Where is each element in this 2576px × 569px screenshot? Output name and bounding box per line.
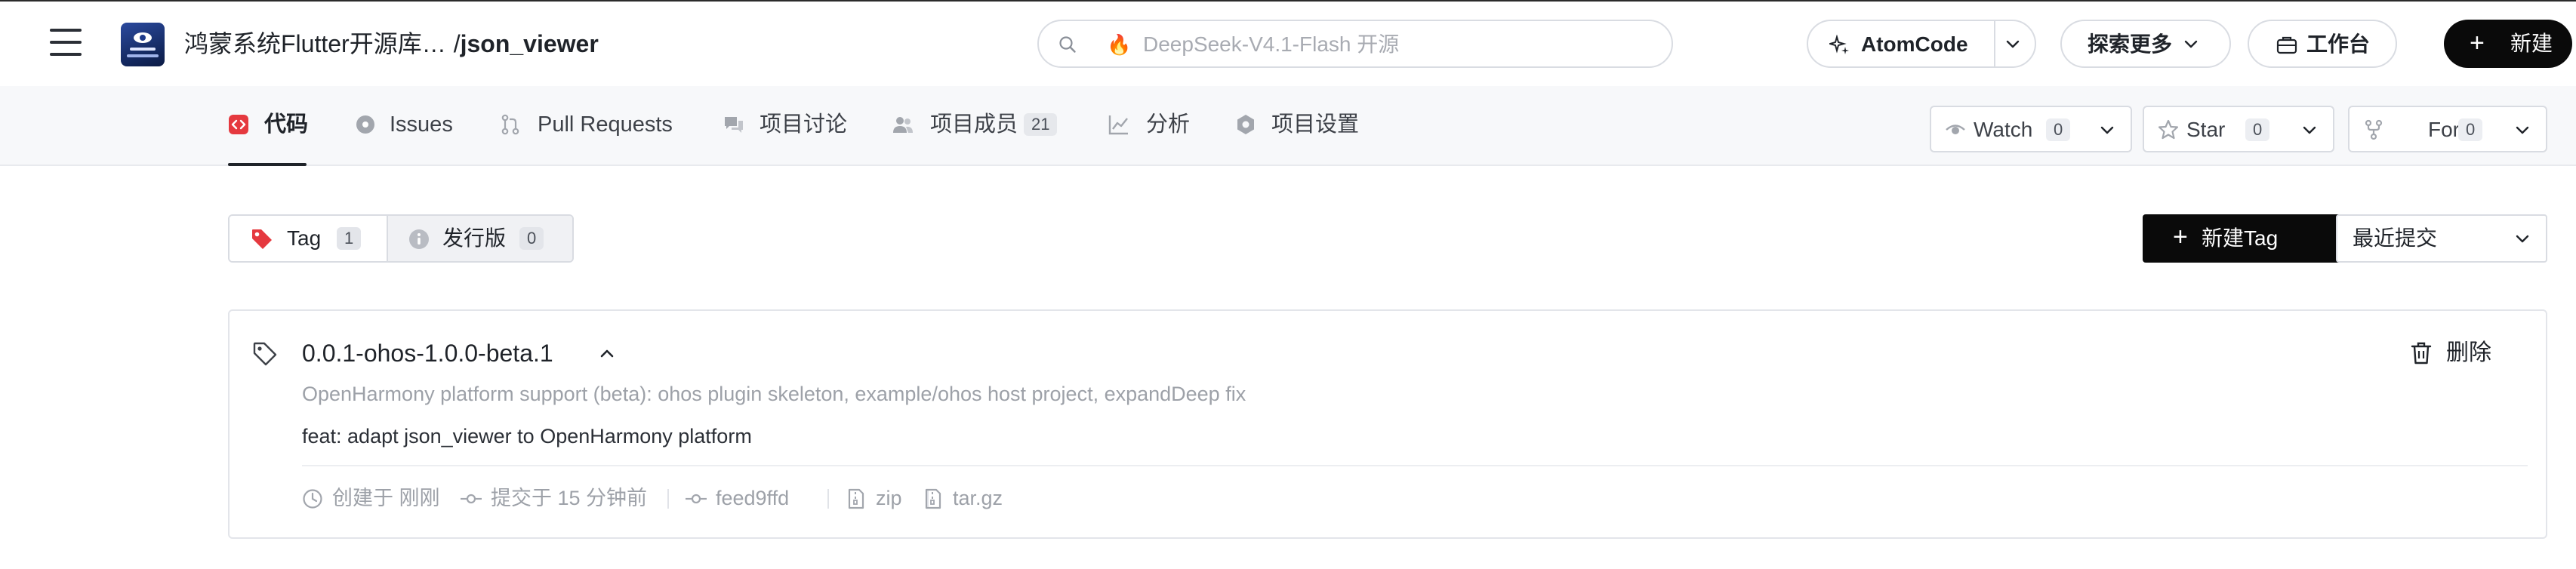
trash-icon [2411,342,2432,364]
chevron-down-icon [2100,126,2114,134]
menu-icon[interactable] [50,29,82,56]
tag-release-switch: Tag 1 发行版 0 [228,214,574,263]
discussion-icon [725,117,743,133]
commit-icon [686,494,707,504]
watch-count: 0 [2046,118,2071,141]
repo-avatar[interactable] [121,23,165,66]
zip-file-icon [848,488,864,509]
tab-settings[interactable]: 项目设置 [1235,86,1360,165]
release-toggle-label: 发行版 [442,226,507,250]
tab-discussions[interactable]: 项目讨论 [723,86,849,165]
chevron-down-icon [2516,235,2529,243]
breadcrumb-separator: / [453,30,461,57]
new-tag-label: 新建Tag [2202,226,2279,250]
repo-breadcrumb: 鸿蒙系统Flutter开源库… /json_viewer [184,29,599,59]
sparkle-icon [1829,35,1849,54]
tab-pull-requests-label: Pull Requests [538,112,673,137]
delete-label: 删除 [2446,340,2491,365]
sort-select[interactable]: 最近提交 [2336,214,2547,263]
search-input[interactable]: 🔥 DeepSeek-V4.1-Flash 开源 [1037,20,1673,68]
tag-icon [252,229,272,249]
explore-more-button[interactable]: 探索更多 [2060,20,2231,68]
tab-settings-label: 项目设置 [1271,112,1360,137]
clock-icon [303,489,322,509]
chevron-up-icon[interactable] [598,346,616,361]
chevron-down-icon [2516,126,2529,134]
archive-file-icon [925,488,941,509]
star-label: Star [2186,118,2226,141]
fire-icon: 🔥 [1107,33,1132,56]
tag-outline-icon [253,342,277,366]
tag-description: OpenHarmony platform support (beta): oho… [302,383,1246,405]
pull-request-icon [501,114,519,135]
tab-pull-requests[interactable]: Pull Requests [500,86,678,165]
search-icon [1059,36,1076,53]
new-button[interactable]: + 新建 [2444,20,2572,68]
tags-toggle[interactable]: Tag 1 [230,216,387,261]
tab-code-label: 代码 [264,112,309,137]
tag-count: 1 [337,227,362,250]
tab-members-label: 项目成员 [930,112,1018,137]
members-icon [893,117,913,133]
sort-selected-value: 最近提交 [2353,226,2438,250]
new-tag-button[interactable]: + 新建Tag [2143,214,2357,263]
tag-card: 0.0.1-ohos-1.0.0-beta.1 删除 OpenHarmony p… [228,309,2547,539]
watch-label: Watch [1974,118,2033,141]
atomcode-button[interactable]: AtomCode [1807,20,2036,68]
fork-icon [2365,119,2383,140]
commit-message: feat: adapt json_viewer to OpenHarmony p… [302,425,752,448]
tag-toggle-label: Tag [287,226,322,250]
chevron-down-icon [2303,126,2316,134]
star-count: 0 [2245,118,2270,141]
watch-button[interactable]: Watch 0 [1930,106,2132,152]
workbench-button[interactable]: 工作台 [2248,20,2397,68]
briefcase-icon [2276,36,2297,54]
commit-sha: feed9ffd [716,487,790,509]
chart-icon [1108,115,1128,135]
created-label: 创建于 刚刚 [332,487,440,509]
star-icon [2158,119,2179,140]
members-count-badge: 21 [1024,113,1058,136]
tab-members[interactable]: 项目成员 21 [892,86,1063,165]
atomcode-label: AtomCode [1861,32,1968,56]
tab-issues-label: Issues [390,112,453,137]
eye-icon [1946,125,1965,134]
plus-icon: + [2470,29,2485,57]
chevron-down-icon [2184,40,2198,48]
explore-more-label: 探索更多 [2088,32,2173,56]
star-button[interactable]: Star 0 [2143,106,2334,152]
tab-analytics-label: 分析 [1146,112,1191,137]
targz-label: tar.gz [953,487,1003,509]
releases-toggle[interactable]: 发行版 0 [387,216,572,261]
fork-button[interactable]: Fork 0 [2348,106,2547,152]
release-count: 0 [519,227,544,250]
divider [302,465,2528,466]
tag-name[interactable]: 0.0.1-ohos-1.0.0-beta.1 [302,338,553,368]
tab-analytics[interactable]: 分析 [1108,86,1191,165]
fork-count: 0 [2458,118,2483,141]
search-placeholder: DeepSeek-V4.1-Flash 开源 [1143,32,1400,56]
workbench-label: 工作台 [2306,32,2371,56]
repo-owner-link[interactable]: 鸿蒙系统Flutter开源库… [184,30,446,57]
tab-code[interactable]: 代码 [228,86,309,166]
tab-discussions-label: 项目讨论 [760,112,848,137]
plus-icon: + [2173,223,2188,251]
info-icon [409,229,429,249]
repo-name-link[interactable]: json_viewer [461,30,599,57]
committed-label: 提交于 15 分钟前 [491,487,648,509]
settings-icon [1237,115,1254,134]
issue-icon [356,115,374,134]
commit-icon [461,494,482,504]
tab-issues[interactable]: Issues [355,86,456,165]
chevron-down-icon[interactable] [2004,36,2021,53]
new-label: 新建 [2510,32,2553,55]
top-header: 鸿蒙系统Flutter开源库… /json_viewer 🔥 DeepSeek-V… [0,0,2576,86]
code-icon [229,115,248,134]
zip-label: zip [876,487,902,509]
